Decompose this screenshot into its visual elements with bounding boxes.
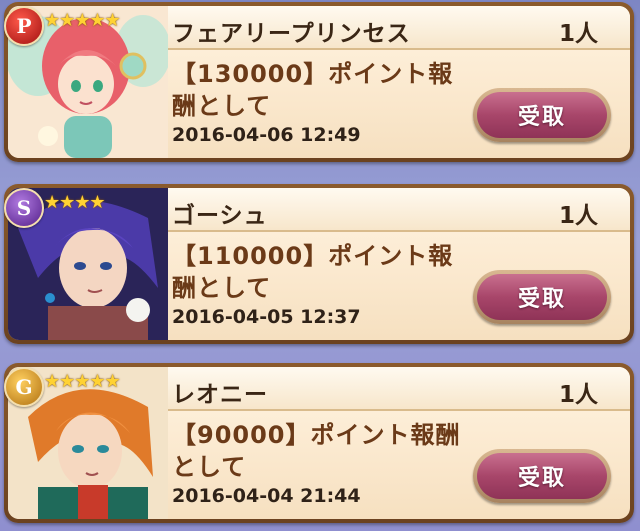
reward-text: 【130000】ポイント報酬として [172, 60, 454, 120]
star-rating: ★★★★★ [44, 10, 121, 31]
rarity-badge-p: P [4, 6, 44, 46]
receive-button[interactable]: 受取 [473, 270, 611, 324]
character-name: レオニー [172, 382, 268, 408]
rarity-badge-g: G [4, 367, 44, 407]
reward-card: S ★★★★ ゴーシュ 1人 【110000】ポイント報酬として 2016-04… [0, 182, 640, 352]
rarity-letter: G [15, 375, 33, 399]
reward-text: 【90000】ポイント報酬として [172, 421, 461, 481]
reward-text: 【110000】ポイント報酬として [172, 242, 454, 302]
receive-button-face[interactable]: 受取 [477, 274, 607, 320]
rarity-letter: P [16, 14, 32, 38]
rarity-badge-s: S [4, 188, 44, 228]
count-label: 1人 [558, 203, 598, 229]
timestamp: 2016-04-04 21:44 [172, 485, 361, 507]
receive-button-face[interactable]: 受取 [477, 92, 607, 138]
rarity-letter: S [16, 196, 32, 220]
receive-button-label: 受取 [517, 287, 566, 312]
star-rating: ★★★★ [44, 192, 106, 213]
timestamp: 2016-04-05 12:37 [172, 306, 361, 328]
count-label: 1人 [558, 21, 598, 47]
receive-button-label: 受取 [517, 466, 566, 491]
timestamp: 2016-04-06 12:49 [172, 124, 361, 146]
receive-button-face[interactable]: 受取 [477, 453, 607, 499]
star-rating: ★★★★★ [44, 371, 121, 392]
count-label: 1人 [558, 382, 598, 408]
receive-button-label: 受取 [517, 105, 566, 130]
receive-button[interactable]: 受取 [473, 449, 611, 503]
reward-card: G ★★★★★ レオニー 1人 【90000】ポイント報酬として 2016-04… [0, 361, 640, 531]
character-name: ゴーシュ [172, 203, 268, 229]
receive-button[interactable]: 受取 [473, 88, 611, 142]
reward-card: P ★★★★★ フェアリープリンセス 1人 【130000】ポイント報酬として … [0, 0, 640, 170]
character-name: フェアリープリンセス [172, 21, 411, 47]
